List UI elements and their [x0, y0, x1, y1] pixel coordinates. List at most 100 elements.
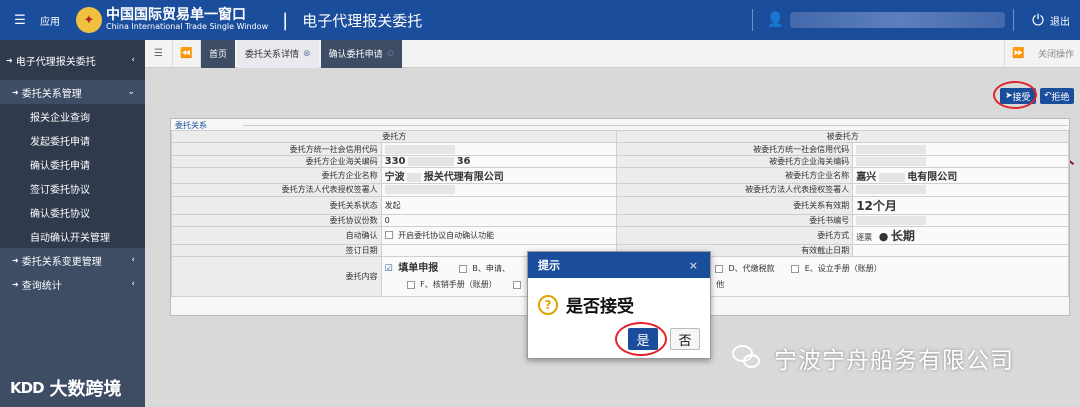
table-row: 委托方统一社会信用代码 被委托方统一社会信用代码	[171, 142, 1069, 156]
watermark-right: 宁波宁舟船务有限公司	[732, 341, 1014, 375]
scope-f-checkbox[interactable]	[406, 280, 415, 289]
agreement-count: 0	[380, 213, 618, 227]
menu-icon[interactable]: ☰	[145, 39, 173, 68]
wechat-icon	[732, 345, 762, 371]
sidebar-item-auto-confirm[interactable]: 自动确认开关管理	[0, 224, 145, 248]
menu-icon[interactable]: ☰	[0, 13, 40, 28]
reject-label: 拒绝	[1051, 92, 1070, 103]
rewind-icon[interactable]: ⏪	[173, 39, 201, 68]
watermark-text: 大数跨境	[49, 379, 122, 400]
reject-button[interactable]: ↶ 拒绝	[1040, 88, 1074, 104]
sidebar-group-stats[interactable]: ➜ 查询统计 ‹	[0, 272, 145, 296]
close-circle-icon[interactable]: ⊙	[387, 49, 395, 59]
scope-d-checkbox[interactable]	[714, 264, 723, 273]
user-icon[interactable]: 👤	[767, 12, 784, 28]
close-icon[interactable]: ×	[689, 259, 698, 272]
sidebar-item-root[interactable]: ➜ 电子代理报关委托 ‹	[0, 40, 145, 80]
name-suffix: 报关代理有限公司	[423, 172, 504, 184]
mode-per-ticket[interactable]: 逐票	[856, 233, 872, 242]
field-label: 签订日期	[171, 243, 382, 258]
blur-mask	[878, 173, 905, 183]
header-separator	[1013, 9, 1015, 31]
sidebar-item-query[interactable]: 报关企业查询	[0, 104, 145, 128]
dialog-header: 提示 ×	[528, 252, 710, 278]
header-separator	[751, 9, 753, 31]
auto-confirm-field: 开启委托协议自动确认功能	[380, 225, 618, 245]
brand: 中国国际贸易单一窗口 China International Trade Sin…	[106, 6, 269, 32]
field-label: 委托方式	[616, 225, 854, 245]
sign-in-icon: ➜	[12, 255, 19, 265]
validity-period: 12个月	[852, 195, 1069, 215]
scope-b: B、申请、	[472, 264, 510, 274]
field-label: 被委托方企业海关编码	[616, 154, 854, 169]
chevron-left-icon: ‹	[131, 55, 135, 65]
relation-status: 发起	[380, 195, 618, 215]
dialog-title: 提示	[538, 259, 560, 272]
sidebar-group-change[interactable]: ➜ 委托关系变更管理 ‹	[0, 248, 145, 272]
question-icon: ?	[538, 294, 558, 315]
title-divider: |	[282, 9, 289, 31]
dialog-message: 是否接受	[566, 297, 634, 317]
sidebar-item-initiate[interactable]: 发起委托申请	[0, 128, 145, 152]
check-icon[interactable]: ☑	[385, 264, 393, 274]
app-label[interactable]: 应用	[40, 13, 60, 28]
field-label: 委托内容	[171, 256, 382, 298]
name-prefix: 宁波	[384, 172, 405, 184]
sidebar-item-confirm-request[interactable]: 确认委托申请	[0, 152, 145, 176]
field-label: 被委托方统一社会信用代码	[616, 142, 854, 156]
blur-mask	[407, 173, 422, 183]
field-label: 委托方统一社会信用代码	[171, 142, 382, 156]
name-prefix: 嘉兴	[856, 172, 877, 184]
auto-confirm-label: 开启委托协议自动确认功能	[398, 230, 495, 240]
sidebar-group-label: 委托关系管理	[21, 88, 82, 100]
user-info-blurred	[790, 12, 1006, 28]
no-button[interactable]: 否	[670, 328, 700, 350]
forward-icon[interactable]: ⏩	[1003, 39, 1032, 68]
tab-bar: ☰ ⏪ 首页 委托关系详情 ⊗ 确认委托申请 ⊙ ⏩ 关闭操作	[145, 39, 1080, 68]
chevron-down-icon: ⌄	[127, 87, 135, 97]
dialog-body: ? 是否接受	[528, 278, 710, 317]
sign-in-icon: ➜	[6, 55, 13, 65]
table-row: 委托方法人代表授权签署人 被委托方法人代表授权签署人	[171, 183, 1069, 197]
sidebar-group-relation[interactable]: ➜ 委托关系管理 ⌄	[0, 80, 145, 104]
scope-g-checkbox[interactable]	[513, 280, 522, 289]
agent-name: 嘉兴 电有限公司	[852, 167, 1069, 185]
logout-button[interactable]: 退出	[1050, 13, 1070, 28]
highlight-ellipse-accept	[993, 81, 1037, 109]
scope-f: F、核销手册（账册）	[420, 280, 497, 290]
watermark-left: KDD 大数跨境	[10, 375, 122, 401]
field-label: 自动确认	[171, 225, 382, 245]
sidebar-item-confirm-agreement[interactable]: 确认委托协议	[0, 200, 145, 224]
brand-en: China International Trade Single Window	[106, 22, 269, 32]
sidebar: ➜ 电子代理报关委托 ‹ ➜ 委托关系管理 ⌄ 报关企业查询 发起委托申请 确认…	[0, 40, 145, 407]
brand-cn: 中国国际贸易单一窗口	[106, 6, 246, 23]
tab-confirm[interactable]: 确认委托申请 ⊙	[320, 39, 403, 68]
tab-home[interactable]: 首页	[201, 39, 236, 68]
field-label: 委托协议份数	[171, 213, 382, 227]
field-value-blurred	[380, 142, 618, 156]
sidebar-root-label: 电子代理报关委托	[15, 56, 96, 68]
watermark-company: 宁波宁舟船务有限公司	[774, 348, 1014, 374]
radio-selected-icon[interactable]: ●	[879, 230, 889, 243]
chevron-left-icon: ‹	[131, 279, 135, 289]
chevron-left-icon: ‹	[131, 255, 135, 265]
close-circle-icon[interactable]: ⊗	[303, 49, 311, 59]
expiry-date	[852, 243, 1069, 258]
field-label: 委托方企业海关编码	[171, 154, 382, 169]
field-value-blurred	[852, 142, 1069, 156]
scope-b-checkbox[interactable]	[458, 264, 467, 273]
header-right: 👤 ⏻ 退出	[744, 0, 1080, 40]
close-operations-button[interactable]: 关闭操作	[1032, 47, 1080, 60]
field-label: 委托关系状态	[171, 195, 382, 215]
table-row: 委托关系状态 发起 委托关系有效期 12个月	[171, 195, 1069, 215]
power-icon[interactable]: ⏻	[1032, 11, 1044, 29]
auto-confirm-checkbox[interactable]	[384, 231, 393, 240]
tab-detail[interactable]: 委托关系详情 ⊗	[237, 39, 319, 68]
sidebar-item-sign[interactable]: 签订委托协议	[0, 176, 145, 200]
top-header: ☰ 应用 ✦ 中国国际贸易单一窗口 China International Tr…	[0, 0, 1080, 40]
sidebar-group-label: 委托关系变更管理	[21, 256, 102, 268]
mode-long-term[interactable]: 长期	[891, 229, 915, 243]
scope-e-checkbox[interactable]	[791, 264, 800, 273]
principal-customs-code: 330 36	[380, 154, 618, 169]
page-title: 电子代理报关委托	[302, 11, 423, 30]
